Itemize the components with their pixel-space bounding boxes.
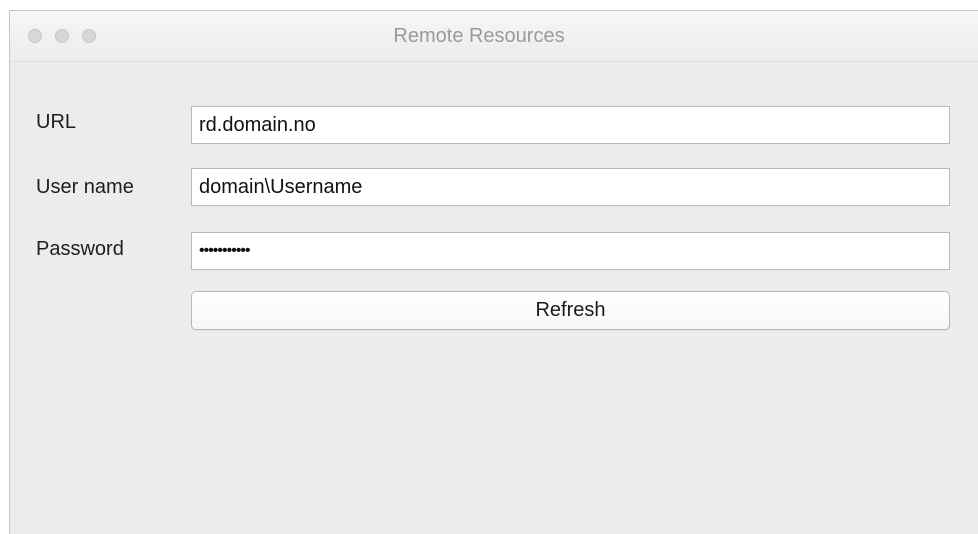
username-label: User name: [36, 176, 134, 198]
url-field[interactable]: [191, 106, 950, 144]
password-label: Password: [36, 238, 124, 260]
password-field[interactable]: [191, 232, 950, 270]
refresh-button[interactable]: Refresh: [191, 291, 950, 330]
username-field[interactable]: [191, 168, 950, 206]
title-bar: Remote Resources: [10, 11, 978, 62]
window-title: Remote Resources: [393, 25, 565, 47]
url-label: URL: [36, 111, 77, 133]
remote-resources-window: Remote Resources URL User name Password …: [9, 10, 978, 534]
